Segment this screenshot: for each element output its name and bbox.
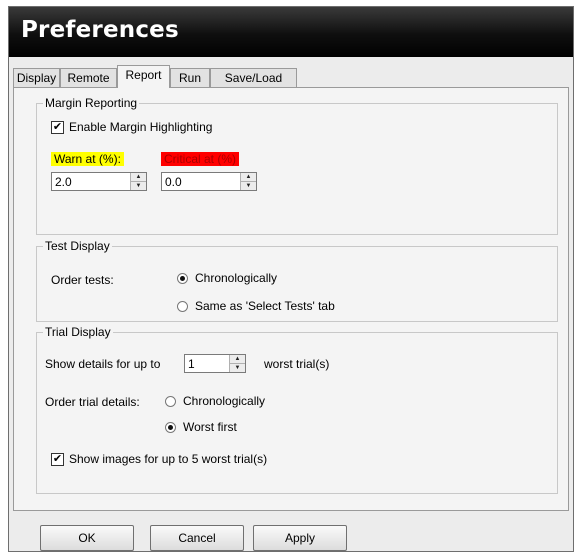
test-display-group: Test Display Order tests: Chronologicall… xyxy=(36,239,558,322)
worst-trials-value: 1 xyxy=(188,357,195,371)
spin-up-icon[interactable]: ▲ xyxy=(131,173,146,182)
show-details-label: Show details for up to xyxy=(45,357,161,371)
radio-selected-dot xyxy=(180,276,185,281)
tab-display[interactable]: Display xyxy=(13,68,60,87)
order-tests-label: Order tests: xyxy=(51,273,114,287)
tab-report[interactable]: Report xyxy=(117,65,170,88)
tab-save-load[interactable]: Save/Load xyxy=(210,68,297,87)
spin-up-icon[interactable]: ▲ xyxy=(230,355,245,364)
margin-reporting-group: Margin Reporting ✔ Enable Margin Highlig… xyxy=(36,96,558,235)
trial-worst-first-label[interactable]: Worst first xyxy=(183,420,237,434)
cancel-button[interactable]: Cancel xyxy=(150,525,244,551)
worst-trials-stepper[interactable]: 1 ▲ ▼ xyxy=(184,354,246,373)
trial-display-group: Trial Display Show details for up to 1 ▲… xyxy=(36,325,558,494)
warn-spin-buttons: ▲ ▼ xyxy=(130,173,146,190)
trial-chronologically-label[interactable]: Chronologically xyxy=(183,394,265,408)
order-chronologically-label[interactable]: Chronologically xyxy=(195,271,277,285)
apply-button[interactable]: Apply xyxy=(253,525,347,551)
spin-down-icon[interactable]: ▼ xyxy=(131,182,146,190)
title-bar[interactable]: Preferences xyxy=(9,7,573,57)
checkmark-icon: ✔ xyxy=(52,121,63,133)
test-display-legend: Test Display xyxy=(43,239,112,253)
ok-button[interactable]: OK xyxy=(40,525,134,551)
critical-at-value: 0.0 xyxy=(165,175,182,189)
critical-at-label: Critical at (%) xyxy=(161,152,240,166)
dialog-client: Display Remote Report Run Save/Load Marg… xyxy=(9,57,573,551)
order-same-as-select-tests-radio[interactable] xyxy=(177,301,188,312)
order-same-as-select-tests-label[interactable]: Same as 'Select Tests' tab xyxy=(195,299,335,313)
enable-margin-label: Enable Margin Highlighting xyxy=(69,120,213,134)
trials-spin-buttons: ▲ ▼ xyxy=(229,355,245,372)
tab-remote[interactable]: Remote xyxy=(60,68,117,87)
radio-selected-dot xyxy=(168,425,173,430)
critical-at-stepper[interactable]: 0.0 ▲ ▼ xyxy=(161,172,257,191)
margin-reporting-legend: Margin Reporting xyxy=(43,96,140,110)
trial-worst-first-radio[interactable] xyxy=(165,422,176,433)
order-chronologically-radio[interactable] xyxy=(177,273,188,284)
warn-at-value: 2.0 xyxy=(55,175,72,189)
preferences-window: Preferences Display Remote Report Run Sa… xyxy=(8,6,574,552)
trial-display-legend: Trial Display xyxy=(43,325,113,339)
warn-at-label: Warn at (%): xyxy=(51,152,124,166)
checkmark-icon: ✔ xyxy=(52,453,63,465)
trial-chronologically-radio[interactable] xyxy=(165,396,176,407)
worst-trials-suffix: worst trial(s) xyxy=(264,357,330,371)
enable-margin-checkbox[interactable]: ✔ xyxy=(51,121,64,134)
spin-down-icon[interactable]: ▼ xyxy=(230,364,245,372)
window-title: Preferences xyxy=(21,17,179,43)
show-images-label: Show images for up to 5 worst trial(s) xyxy=(69,452,268,466)
warn-at-stepper[interactable]: 2.0 ▲ ▼ xyxy=(51,172,147,191)
report-tab-panel: Margin Reporting ✔ Enable Margin Highlig… xyxy=(13,87,569,511)
show-images-checkbox[interactable]: ✔ xyxy=(51,453,64,466)
tab-run[interactable]: Run xyxy=(170,68,210,87)
critical-spin-buttons: ▲ ▼ xyxy=(240,173,256,190)
spin-up-icon[interactable]: ▲ xyxy=(241,173,256,182)
order-trial-details-label: Order trial details: xyxy=(45,395,140,409)
spin-down-icon[interactable]: ▼ xyxy=(241,182,256,190)
